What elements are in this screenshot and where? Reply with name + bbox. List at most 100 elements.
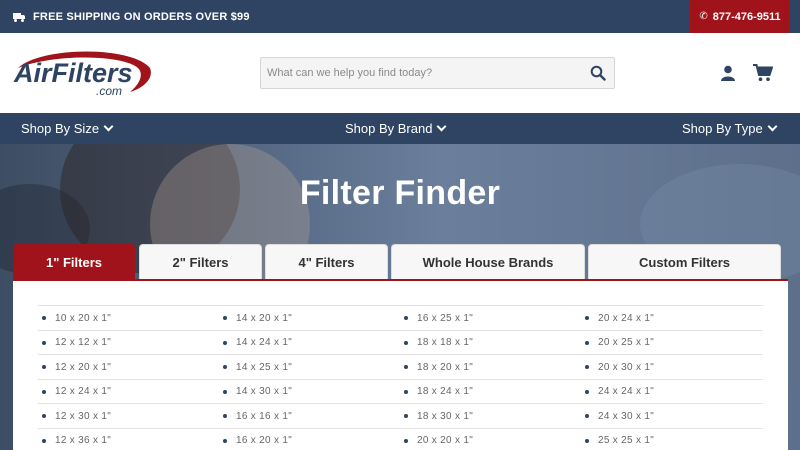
bullet-icon <box>42 414 46 418</box>
phone-number: 877-476-9511 <box>712 10 781 23</box>
bullet-icon <box>585 389 589 394</box>
size-link[interactable]: 12 x 30 x 1" <box>42 404 111 428</box>
size-label: 18 x 20 x 1" <box>417 361 474 373</box>
size-label: 10 x 20 x 1" <box>55 312 112 324</box>
page-title: Filter Finder <box>299 174 501 212</box>
search-input[interactable] <box>261 58 581 88</box>
nav-shop-by-brand[interactable]: Shop By Brand <box>345 113 447 144</box>
row-divider <box>38 378 763 380</box>
size-label: 14 x 30 x 1" <box>236 386 293 397</box>
nav-label: Shop By Size <box>21 121 100 136</box>
size-label: 20 x 30 x 1" <box>598 361 655 373</box>
size-label: 20 x 20 x 1" <box>417 435 474 446</box>
size-label: 24 x 30 x 1" <box>598 410 655 422</box>
nav-shop-by-type[interactable]: Shop By Type <box>682 113 778 144</box>
phone-link[interactable]: ✆ 877-476-9511 <box>690 0 790 33</box>
row-divider <box>38 403 763 404</box>
account-icon[interactable] <box>720 65 736 81</box>
tab-4-inch-filters[interactable]: 4" Filters <box>265 244 388 280</box>
size-link[interactable]: 25 x 25 x 1" <box>585 429 654 450</box>
row-divider <box>38 354 763 355</box>
chevron-down-icon <box>103 121 114 132</box>
bullet-icon <box>42 365 46 369</box>
size-link[interactable]: 24 x 30 x 1" <box>585 404 654 428</box>
size-link[interactable]: 16 x 25 x 1" <box>404 306 473 330</box>
bullet-icon <box>223 365 227 369</box>
size-link[interactable]: 14 x 20 x 1" <box>223 306 292 330</box>
tab-custom-filters[interactable]: Custom Filters <box>588 244 781 280</box>
size-label: 14 x 20 x 1" <box>236 312 293 324</box>
bullet-icon <box>42 389 46 394</box>
truck-icon <box>13 12 26 22</box>
size-link[interactable]: 18 x 24 x 1" <box>404 380 473 404</box>
chevron-down-icon <box>437 121 447 132</box>
bullet-icon <box>42 438 46 443</box>
filter-finder-hero: Filter Finder 1" Filters 2" Filters 4" F… <box>0 144 800 450</box>
size-label: 16 x 20 x 1" <box>236 435 293 446</box>
size-link[interactable]: 18 x 30 x 1" <box>404 404 473 428</box>
size-link[interactable]: 12 x 24 x 1" <box>42 380 111 404</box>
size-link[interactable]: 14 x 25 x 1" <box>223 355 292 379</box>
bullet-icon <box>223 389 227 394</box>
size-label: 25 x 25 x 1" <box>598 435 655 446</box>
bullet-icon <box>404 316 408 320</box>
size-label: 12 x 36 x 1" <box>55 435 112 446</box>
size-label: 12 x 20 x 1" <box>55 361 112 373</box>
size-link[interactable]: 18 x 20 x 1" <box>404 355 473 379</box>
site-header: AirFilters .com <box>0 33 800 113</box>
size-label: 14 x 24 x 1" <box>236 337 293 348</box>
bullet-icon <box>585 438 589 443</box>
bullet-icon <box>404 438 408 443</box>
size-label: 12 x 12 x 1" <box>55 337 112 348</box>
tab-whole-house-brands[interactable]: Whole House Brands <box>391 244 585 280</box>
bullet-icon <box>223 316 227 320</box>
search-icon[interactable] <box>590 65 606 81</box>
size-link[interactable]: 14 x 24 x 1" <box>223 331 292 355</box>
size-list-panel: 10 x 20 x 1" 12 x 12 x 1" 12 x 20 x 1" 12 x… <box>13 281 788 450</box>
svg-text:.com: .com <box>96 84 122 98</box>
bullet-icon <box>404 365 408 369</box>
size-link[interactable]: 12 x 20 x 1" <box>42 355 111 379</box>
size-label: 16 x 16 x 1" <box>236 410 293 422</box>
size-link[interactable]: 14 x 30 x 1" <box>223 380 292 404</box>
phone-icon: ✆ <box>699 11 708 22</box>
bullet-icon <box>585 340 589 345</box>
size-link[interactable]: 10 x 20 x 1" <box>42 306 111 330</box>
row-divider <box>38 427 763 429</box>
free-shipping-banner: FREE SHIPPING ON ORDERS OVER $99 <box>13 0 250 33</box>
airfilters-logo[interactable]: AirFilters .com <box>12 48 154 98</box>
bullet-icon <box>223 414 227 418</box>
size-link[interactable]: 16 x 20 x 1" <box>223 429 292 450</box>
bullet-icon <box>585 316 589 320</box>
nav-shop-by-size[interactable]: Shop By Size <box>21 113 114 144</box>
size-link[interactable]: 12 x 12 x 1" <box>42 331 111 355</box>
tab-2-inch-filters[interactable]: 2" Filters <box>139 244 262 280</box>
main-nav: Shop By Size Shop By Brand Shop By Type <box>0 113 800 144</box>
size-label: 12 x 30 x 1" <box>55 410 112 422</box>
cart-icon[interactable] <box>753 64 774 82</box>
size-link[interactable]: 24 x 24 x 1" <box>585 380 654 404</box>
bullet-icon <box>223 340 227 345</box>
bullet-icon <box>404 340 408 345</box>
size-label: 18 x 24 x 1" <box>417 386 474 397</box>
size-label: 20 x 25 x 1" <box>598 337 655 348</box>
size-link[interactable]: 18 x 18 x 1" <box>404 331 473 355</box>
size-label: 18 x 18 x 1" <box>417 337 474 348</box>
size-link[interactable]: 20 x 20 x 1" <box>404 429 473 450</box>
size-link[interactable]: 16 x 16 x 1" <box>223 404 292 428</box>
size-link[interactable]: 20 x 25 x 1" <box>585 331 654 355</box>
row-divider <box>38 329 763 331</box>
size-label: 18 x 30 x 1" <box>417 410 474 422</box>
size-label: 14 x 25 x 1" <box>236 361 293 373</box>
bullet-icon <box>42 340 46 345</box>
size-link[interactable]: 20 x 30 x 1" <box>585 355 654 379</box>
size-link[interactable]: 20 x 24 x 1" <box>585 306 654 330</box>
nav-label: Shop By Brand <box>345 121 433 136</box>
nav-label: Shop By Type <box>682 121 763 136</box>
bullet-icon <box>42 316 46 320</box>
free-shipping-text: FREE SHIPPING ON ORDERS OVER $99 <box>33 10 250 23</box>
chevron-down-icon <box>767 121 778 132</box>
size-link[interactable]: 12 x 36 x 1" <box>42 429 111 450</box>
bullet-icon <box>585 365 589 369</box>
tab-1-inch-filters[interactable]: 1" Filters <box>13 244 135 280</box>
